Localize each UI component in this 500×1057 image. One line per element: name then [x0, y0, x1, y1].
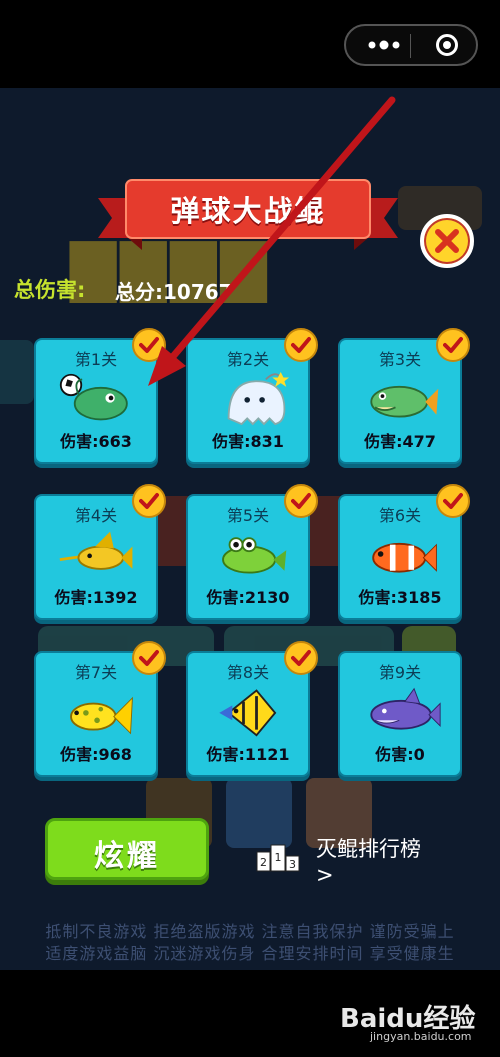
close-miniprogram-icon[interactable] — [436, 34, 458, 56]
miniprogram-capsule — [344, 24, 478, 66]
more-icon[interactable] — [364, 36, 404, 54]
top-bar — [0, 0, 500, 88]
annotation-arrow — [148, 96, 396, 386]
capsule-divider — [410, 34, 411, 58]
baidu-watermark: Baidu经验 jingyan.baidu.com — [340, 998, 490, 1044]
bottom-bar: Baidu经验 jingyan.baidu.com — [0, 970, 500, 1057]
game-area: ▇▇▇▇ 抵制不良游戏 拒绝盗版游戏 注意自我保护 谨防受骗上 适度游戏益脑 沉… — [0, 88, 500, 970]
watermark-url: jingyan.baidu.com — [370, 1030, 472, 1043]
